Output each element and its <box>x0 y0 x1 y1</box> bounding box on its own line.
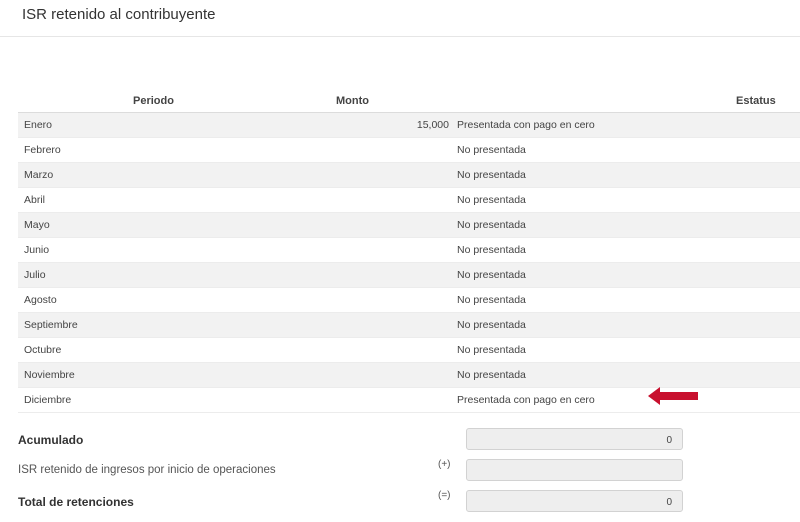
column-header-periodo: Periodo <box>133 95 174 107</box>
table-header: Periodo Monto Estatus <box>18 88 800 113</box>
column-header-estatus: Estatus <box>736 95 776 107</box>
periodo-cell: Agosto <box>24 294 57 306</box>
inicio-operaciones-operator: (+) <box>438 459 451 470</box>
summary-row-acumulado: Acumulado 0 <box>18 428 688 452</box>
title-divider <box>0 36 800 37</box>
total-label: Total de retenciones <box>18 495 134 509</box>
table-row: Enero 15,000 Presentada con pago en cero <box>18 113 800 138</box>
estatus-cell: No presentada <box>457 344 526 356</box>
estatus-cell: Presentada con pago en cero <box>457 394 595 406</box>
estatus-cell: No presentada <box>457 369 526 381</box>
periodo-cell: Mayo <box>24 219 50 231</box>
retention-table: Periodo Monto Estatus Enero 15,000 Present… <box>18 88 800 413</box>
periodo-cell: Noviembre <box>24 369 75 381</box>
table-row: Septiembre No presentada <box>18 313 800 338</box>
estatus-cell: No presentada <box>457 294 526 306</box>
table-row: Octubre No presentada <box>18 338 800 363</box>
periodo-cell: Junio <box>24 244 50 256</box>
periodo-cell: Diciembre <box>24 394 72 406</box>
periodo-cell: Abril <box>24 194 46 206</box>
estatus-cell: No presentada <box>457 144 526 156</box>
estatus-cell: Presentada con pago en cero <box>457 119 595 131</box>
page-title: ISR retenido al contribuyente <box>22 6 216 23</box>
table-row: Febrero No presentada <box>18 138 800 163</box>
table-row: Junio No presentada <box>18 238 800 263</box>
table-row: Mayo No presentada <box>18 213 800 238</box>
total-field[interactable]: 0 <box>466 490 683 512</box>
periodo-cell: Julio <box>24 269 46 281</box>
periodo-cell: Enero <box>24 119 53 131</box>
periodo-cell: Septiembre <box>24 319 78 331</box>
table-row: Abril No presentada <box>18 188 800 213</box>
monto-cell: 15,000 <box>416 119 449 131</box>
acumulado-field[interactable]: 0 <box>466 428 683 450</box>
inicio-operaciones-label: ISR retenido de ingresos por inicio de o… <box>18 464 276 476</box>
table-row: Noviembre No presentada <box>18 363 800 388</box>
estatus-cell: No presentada <box>457 219 526 231</box>
estatus-cell: No presentada <box>457 319 526 331</box>
periodo-cell: Febrero <box>24 144 61 156</box>
estatus-cell: No presentada <box>457 244 526 256</box>
estatus-cell: No presentada <box>457 169 526 181</box>
total-operator: (=) <box>438 490 451 501</box>
table-row: Agosto No presentada <box>18 288 800 313</box>
summary-row-inicio-operaciones: ISR retenido de ingresos por inicio de o… <box>18 459 688 483</box>
periodo-cell: Marzo <box>24 169 54 181</box>
estatus-cell: No presentada <box>457 269 526 281</box>
table-row: Marzo No presentada <box>18 163 800 188</box>
column-header-monto: Monto <box>336 95 369 107</box>
periodo-cell: Octubre <box>24 344 62 356</box>
table-body: Enero 15,000 Presentada con pago en cero Fe… <box>18 113 800 413</box>
summary-row-total: Total de retenciones (=) 0 <box>18 490 688 514</box>
acumulado-label: Acumulado <box>18 433 84 447</box>
estatus-cell: No presentada <box>457 194 526 206</box>
table-row: Julio No presentada <box>18 263 800 288</box>
inicio-operaciones-field[interactable] <box>466 459 683 481</box>
arrow-left-icon <box>648 387 698 405</box>
